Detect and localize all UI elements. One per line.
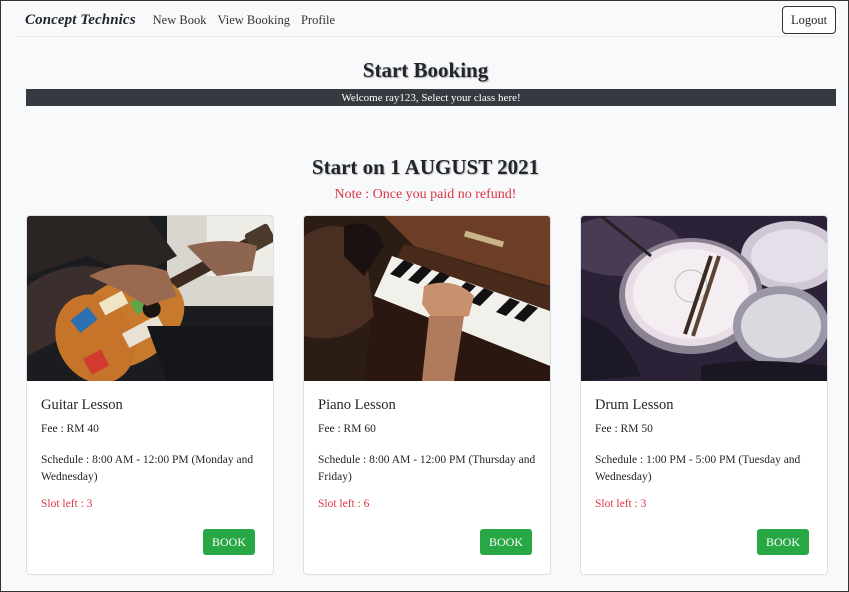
nav-link-profile[interactable]: Profile: [301, 13, 335, 28]
card-schedule: Schedule : 8:00 AM - 12:00 PM (Monday an…: [41, 454, 254, 483]
logout-button[interactable]: Logout: [782, 6, 836, 34]
card-title: Guitar Lesson: [41, 397, 123, 413]
brand-logo[interactable]: Concept Technics: [25, 12, 136, 29]
card-schedule: Schedule : 1:00 PM - 5:00 PM (Tuesday an…: [595, 454, 801, 483]
book-drum-button[interactable]: BOOK: [757, 529, 809, 555]
card-title: Piano Lesson: [318, 397, 396, 413]
guitar-photo: [27, 216, 273, 381]
page-frame: Concept Technics New Book View Booking P…: [0, 0, 849, 592]
card-title: Drum Lesson: [595, 397, 674, 413]
welcome-banner: Welcome ray123, Select your class here!: [26, 89, 836, 106]
page-title: Start Booking: [362, 58, 489, 82]
class-card-drum: Drum Lesson Fee : RM 50 Schedule : 1:00 …: [580, 215, 828, 575]
card-slots-left: Slot left : 6: [318, 498, 370, 510]
card-fee: Fee : RM 40: [41, 423, 99, 435]
card-fee: Fee : RM 50: [595, 423, 653, 435]
welcome-text: Welcome ray123, Select your class here!: [341, 91, 521, 104]
nav-link-view-booking[interactable]: View Booking: [217, 13, 290, 28]
book-guitar-button[interactable]: BOOK: [203, 529, 255, 555]
nav-link-new-book[interactable]: New Book: [153, 13, 207, 28]
drum-photo: [581, 216, 827, 381]
card-slots-left: Slot left : 3: [41, 498, 93, 510]
card-schedule: Schedule : 8:00 AM - 12:00 PM (Thursday …: [318, 454, 536, 483]
piano-photo: [304, 216, 550, 381]
class-card-guitar: Guitar Lesson Fee : RM 40 Schedule : 8:0…: [26, 215, 274, 575]
card-slots-left: Slot left : 3: [595, 498, 647, 510]
card-fee: Fee : RM 60: [318, 423, 376, 435]
start-date-heading: Start on 1 AUGUST 2021: [311, 155, 540, 179]
refund-note: Note : Once you paid no refund!: [334, 187, 517, 202]
book-piano-button[interactable]: BOOK: [480, 529, 532, 555]
class-card-piano: Piano Lesson Fee : RM 60 Schedule : 8:00…: [303, 215, 551, 575]
navbar: Concept Technics New Book View Booking P…: [15, 6, 837, 34]
navbar-divider: [15, 36, 837, 37]
